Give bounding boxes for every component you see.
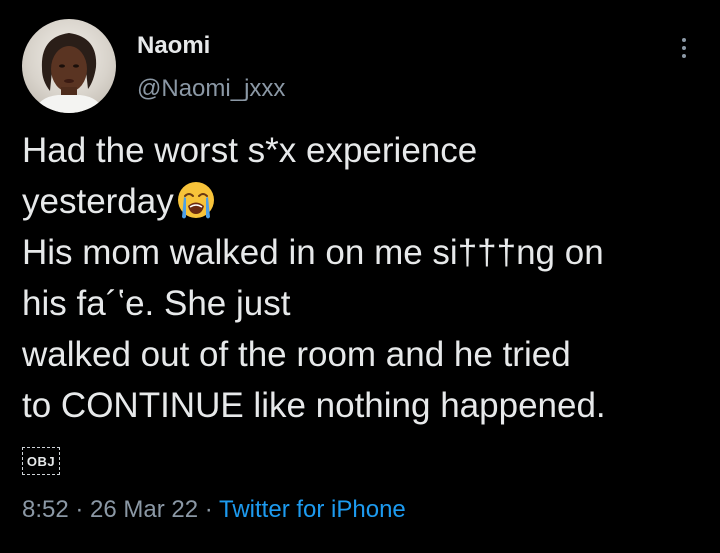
tweet-line: Had the worst s*x experience (22, 131, 478, 170)
meta-separator: · (68, 496, 91, 523)
tweet-line: to CONTINUE like nothing happened. (22, 386, 606, 425)
loudly-crying-face-emoji-icon (175, 179, 217, 221)
tweet-line-text: yesterday (22, 182, 174, 221)
author-name[interactable]: Naomi (137, 31, 210, 61)
tweet-line: walked out of the room and he tried (22, 335, 571, 374)
more-vertical-icon (682, 54, 686, 58)
avatar[interactable] (22, 19, 116, 113)
more-options-button[interactable] (670, 32, 698, 64)
tweet-source-link[interactable]: Twitter for iPhone (219, 496, 406, 523)
more-vertical-icon (682, 46, 686, 50)
meta-separator: · (198, 496, 220, 523)
tweet-line: his fa´ʽe. She just (22, 284, 291, 323)
tweet-time[interactable]: 8:52 (22, 496, 69, 523)
tweet-text: Had the worst s*x experience yesterday H… (22, 125, 712, 431)
more-vertical-icon (682, 38, 686, 42)
tweet-date[interactable]: 26 Mar 22 (90, 496, 198, 523)
tweet-card: Naomi @Naomi_jxxx Had the worst s*x expe… (0, 0, 720, 553)
author-handle[interactable]: @Naomi_jxxx (137, 74, 285, 104)
tweet-line: yesterday (22, 176, 712, 227)
tweet-meta: 8:52 · 26 Mar 22 · Twitter for iPhone (22, 494, 406, 526)
obj-placeholder-badge: OBJ (22, 447, 60, 475)
tweet-line: His mom walked in on me si†††ng on (22, 233, 604, 272)
